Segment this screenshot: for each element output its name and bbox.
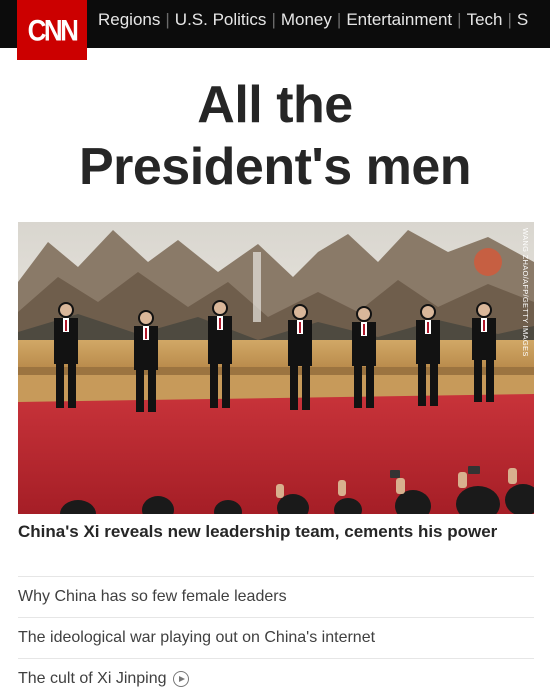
related-link-cult-of-xi[interactable]: The cult of Xi Jinping: [18, 658, 534, 699]
photo-credit: WANG ZHAO/AFP/GETTY IMAGES: [521, 228, 530, 357]
related-link-female-leaders[interactable]: Why China has so few female leaders: [18, 576, 534, 617]
lead-story-title[interactable]: China's Xi reveals new leadership team, …: [18, 521, 518, 543]
logo-text: CNN: [27, 12, 79, 47]
related-link-label: The cult of Xi Jinping: [18, 670, 167, 687]
nav-separator: |: [271, 10, 276, 29]
cnn-logo[interactable]: CNN: [17, 0, 87, 60]
top-nav: CNN Regions | U.S. Politics | Money | Entertai…: [0, 0, 550, 60]
nav-item-regions[interactable]: Regions: [98, 10, 160, 29]
related-link-label: The ideological war playing out on China…: [18, 629, 376, 646]
nav-links: Regions | U.S. Politics | Money | Entertainmen…: [98, 10, 528, 30]
nav-item-entertainment[interactable]: Entertainment: [346, 10, 452, 29]
related-link-ideological-war[interactable]: The ideological war playing out on China…: [18, 617, 534, 658]
nav-separator: |: [507, 10, 512, 29]
nav-separator: |: [165, 10, 170, 29]
nav-item-truncated[interactable]: S: [517, 10, 528, 29]
related-links: Why China has so few female leaders The …: [18, 576, 534, 699]
headline-line-1: All the: [197, 76, 353, 134]
play-icon: [172, 671, 189, 687]
page-headline[interactable]: All the President's men: [0, 74, 550, 198]
nav-item-money[interactable]: Money: [281, 10, 332, 29]
nav-separator: |: [336, 10, 342, 29]
nav-item-tech[interactable]: Tech: [467, 10, 503, 29]
related-link-label: Why China has so few female leaders: [18, 588, 287, 605]
nav-item-us-politics[interactable]: U.S. Politics: [175, 10, 267, 29]
nav-separator: |: [457, 10, 462, 29]
headline-line-2: President's men: [78, 138, 472, 196]
leaders-photo-illustration: [18, 222, 534, 514]
lead-photo[interactable]: WANG ZHAO/AFP/GETTY IMAGES: [18, 222, 534, 514]
